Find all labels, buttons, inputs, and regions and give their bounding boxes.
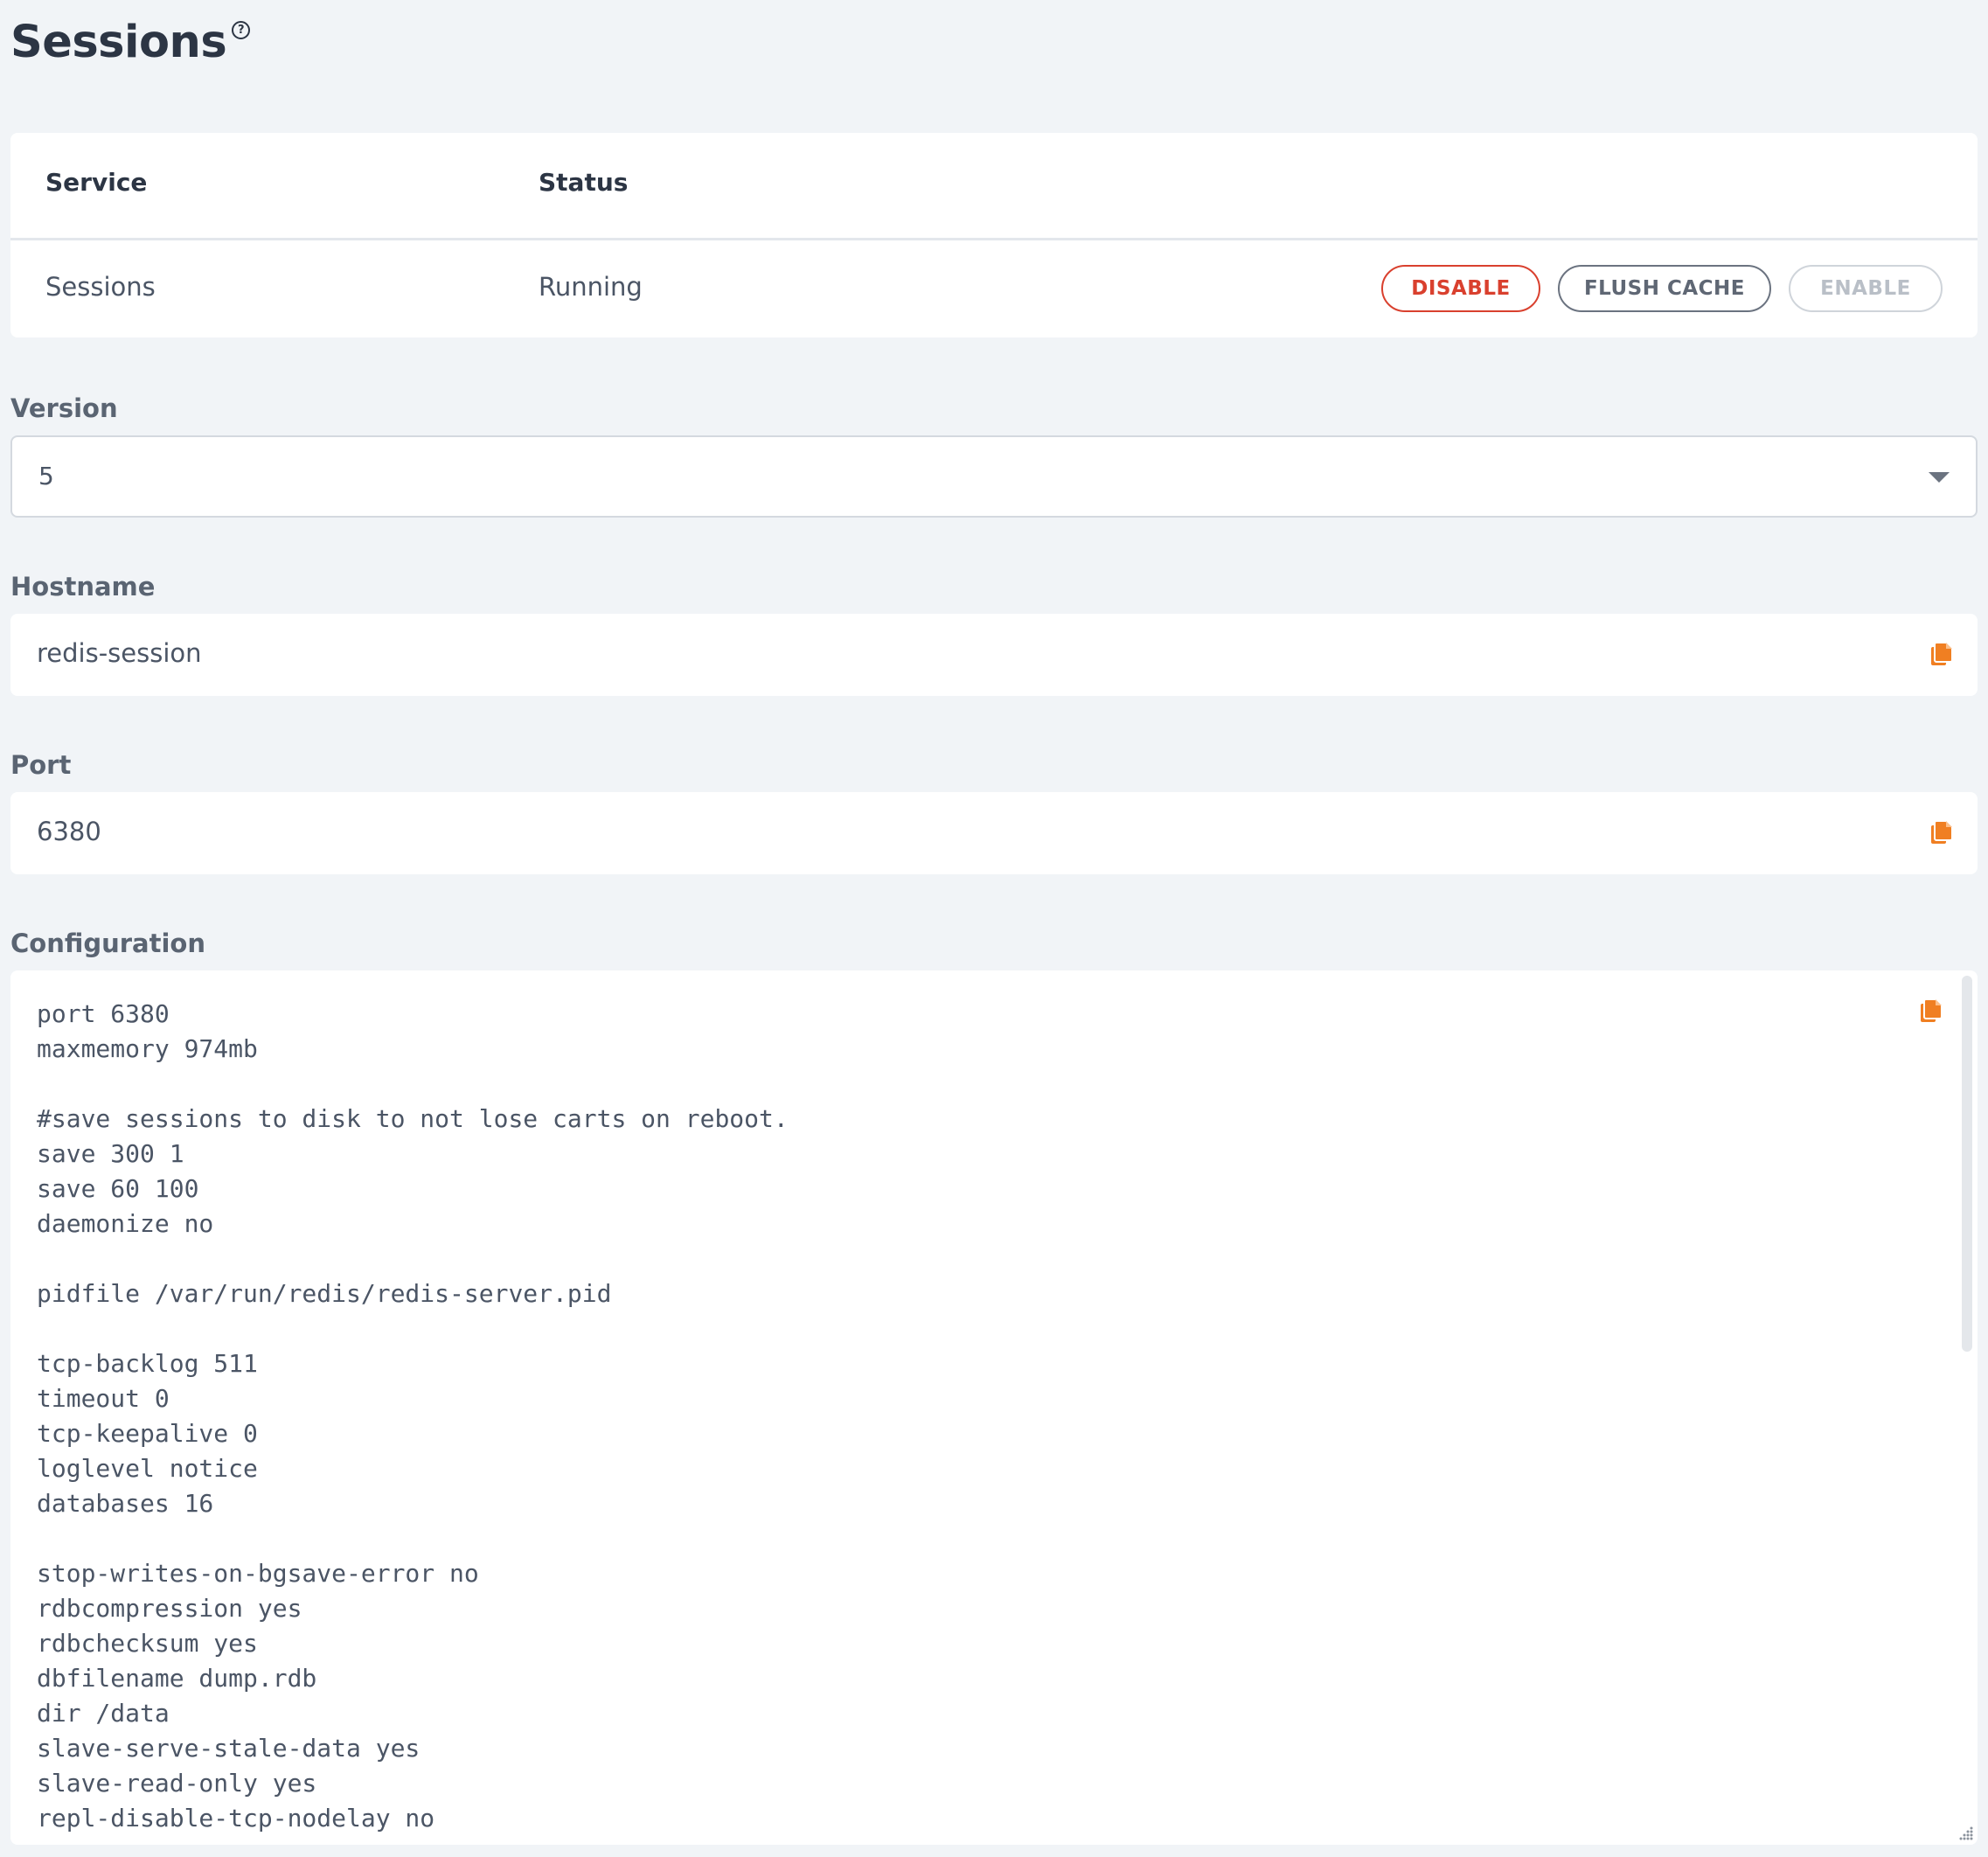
version-selected-value: 5 [38, 462, 54, 490]
config-line: slave-serve-stale-data yes [37, 1734, 421, 1763]
table-row: Sessions Running DISABLE FLUSH CACHE ENA… [10, 240, 1978, 337]
config-line: rdbchecksum yes [37, 1629, 258, 1658]
service-table: Service Status Sessions Running DISABLE … [10, 133, 1978, 337]
hostname-label: Hostname [10, 572, 156, 602]
service-name-cell: Sessions [45, 272, 156, 302]
column-header-service: Service [45, 168, 148, 197]
config-scrollbar-thumb[interactable] [1962, 976, 1972, 1352]
config-line: tcp-keepalive 0 [37, 1419, 258, 1448]
config-line: pidfile /var/run/redis/redis-server.pid [37, 1279, 612, 1308]
config-scrollbar[interactable] [1962, 976, 1972, 1834]
chevron-down-icon [1929, 472, 1950, 483]
service-status-cell: Running [539, 272, 643, 302]
port-label: Port [10, 750, 72, 780]
page-header: Sessions ? [10, 14, 251, 72]
copy-icon[interactable] [1930, 820, 1953, 845]
config-line: save 300 1 [37, 1139, 184, 1168]
disable-button[interactable]: DISABLE [1381, 265, 1540, 312]
resize-handle-icon[interactable] [1958, 1826, 1974, 1841]
version-select[interactable]: 5 [10, 435, 1978, 518]
configuration-label: Configuration [10, 928, 205, 958]
config-line: daemonize no [37, 1209, 214, 1238]
help-circle-icon[interactable]: ? [232, 21, 251, 39]
flush-cache-button[interactable]: FLUSH CACHE [1558, 265, 1771, 312]
config-line: #save sessions to disk to not lose carts… [37, 1104, 789, 1133]
config-line: save 60 100 [37, 1174, 199, 1203]
configuration-textarea[interactable]: port 6380 maxmemory 974mb #save sessions… [37, 997, 1916, 1845]
port-value: 6380 [37, 817, 101, 846]
hostname-field: redis-session [10, 614, 1978, 696]
configuration-editor[interactable]: port 6380 maxmemory 974mb #save sessions… [10, 970, 1978, 1845]
config-line: loglevel notice [37, 1454, 258, 1483]
config-line: dir /data [37, 1699, 170, 1728]
config-line: rdbcompression yes [37, 1594, 302, 1623]
config-line: stop-writes-on-bgsave-error no [37, 1559, 479, 1588]
enable-button[interactable]: ENABLE [1789, 265, 1943, 312]
config-line: maxmemory 974mb [37, 1034, 258, 1063]
port-field: 6380 [10, 792, 1978, 874]
config-line: slave-read-only yes [37, 1769, 317, 1798]
hostname-value: redis-session [37, 638, 202, 668]
page-title: Sessions [10, 17, 227, 68]
config-line: timeout 0 [37, 1384, 170, 1413]
copy-icon[interactable] [1930, 642, 1953, 666]
column-header-status: Status [539, 168, 629, 197]
version-label: Version [10, 393, 118, 423]
config-line: tcp-backlog 511 [37, 1349, 258, 1378]
config-line: port 6380 [37, 999, 170, 1028]
config-line: dbfilename dump.rdb [37, 1664, 317, 1693]
table-header: Service Status [10, 133, 1978, 240]
config-line: databases 16 [37, 1489, 214, 1518]
config-line: repl-disable-tcp-nodelay no [37, 1804, 435, 1833]
copy-icon[interactable] [1920, 998, 1943, 1023]
page: Sessions ? Service Status Sessions Runni… [0, 0, 1988, 1857]
